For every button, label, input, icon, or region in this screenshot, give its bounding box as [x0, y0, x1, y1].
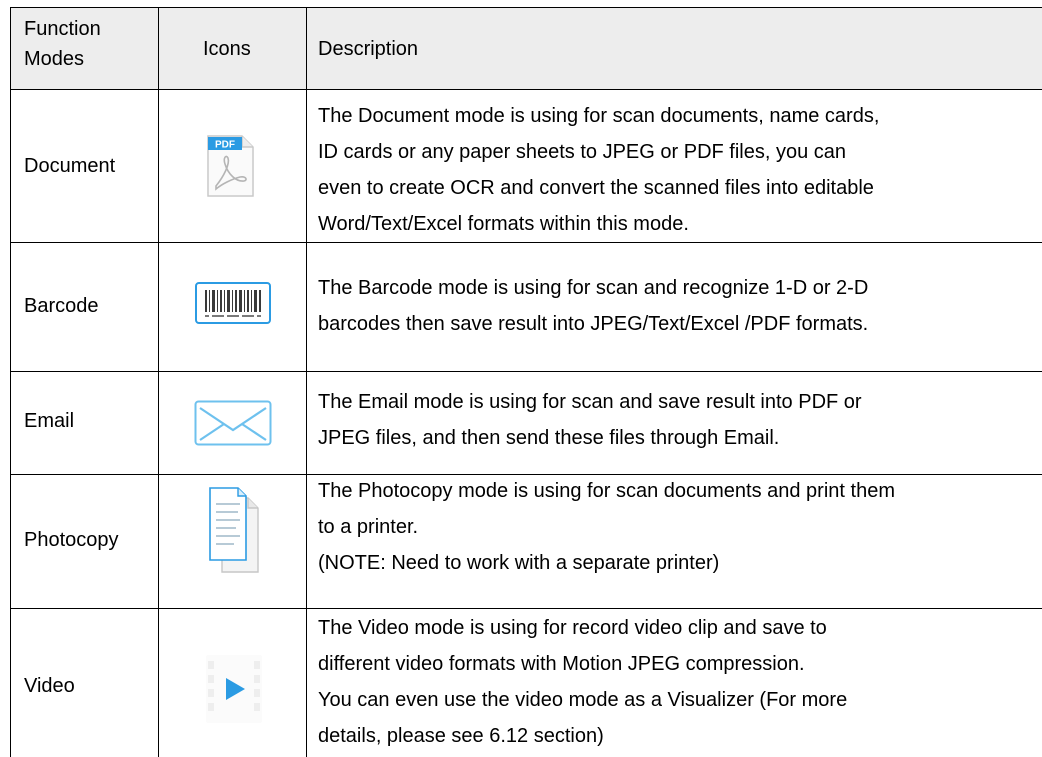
description-line: different video formats with Motion JPEG…	[318, 653, 805, 675]
description-line: barcodes then save result into JPEG/Text…	[318, 313, 869, 335]
description-line: (NOTE: Need to work with a separate prin…	[318, 552, 720, 574]
pdf-file-icon: PDF	[206, 134, 256, 199]
mode-name-email: Email	[24, 410, 75, 432]
description-line: The Email mode is using for scan and sav…	[318, 391, 862, 413]
description-line: The Photocopy mode is using for scan doc…	[318, 480, 895, 502]
description-line: The Document mode is using for scan docu…	[318, 105, 880, 127]
header-function-modes-line1: Function	[24, 18, 101, 40]
header-description: Description	[318, 38, 419, 60]
description-line: You can even use the video mode as a Vis…	[318, 689, 848, 711]
mode-name-photocopy: Photocopy	[24, 529, 119, 551]
video-play-icon	[204, 651, 264, 727]
description-barcode: The Barcode mode is using for scan and r…	[318, 270, 1042, 342]
description-line: The Video mode is using for record video…	[318, 617, 827, 639]
mode-name-document: Document	[24, 155, 116, 177]
description-line: Word/Text/Excel formats within this mode…	[318, 213, 689, 235]
description-line: to a printer.	[318, 516, 419, 538]
header-function-modes: Function Modes	[24, 14, 101, 74]
row-divider	[10, 608, 1042, 609]
description-line: The Barcode mode is using for scan and r…	[318, 277, 869, 299]
row-divider	[10, 371, 1042, 372]
mode-name-barcode: Barcode	[24, 295, 99, 317]
envelope-icon	[194, 400, 272, 446]
barcode-icon	[195, 282, 271, 324]
description-document: The Document mode is using for scan docu…	[318, 98, 1042, 242]
description-email: The Email mode is using for scan and sav…	[318, 384, 1042, 456]
header-icons: Icons	[203, 38, 251, 60]
photocopy-icon	[208, 486, 260, 574]
row-divider	[10, 89, 1042, 90]
function-modes-table: Function Modes Icons Description Documen…	[0, 0, 1042, 757]
description-line: even to create OCR and convert the scann…	[318, 177, 874, 199]
row-divider	[10, 242, 1042, 243]
description-line: ID cards or any paper sheets to JPEG or …	[318, 141, 847, 163]
description-video: The Video mode is using for record video…	[318, 610, 1042, 754]
mode-name-video: Video	[24, 675, 75, 697]
header-function-modes-line2: Modes	[24, 48, 85, 70]
column-divider	[306, 7, 307, 757]
description-photocopy: The Photocopy mode is using for scan doc…	[318, 473, 1042, 581]
description-line: JPEG files, and then send these files th…	[318, 427, 780, 449]
table-header-row	[11, 8, 1042, 89]
description-line: details, please see 6.12 section)	[318, 725, 604, 747]
pdf-label: PDF	[215, 140, 235, 151]
column-divider	[10, 7, 11, 757]
column-divider	[158, 7, 159, 757]
table-border-top	[10, 7, 1042, 8]
